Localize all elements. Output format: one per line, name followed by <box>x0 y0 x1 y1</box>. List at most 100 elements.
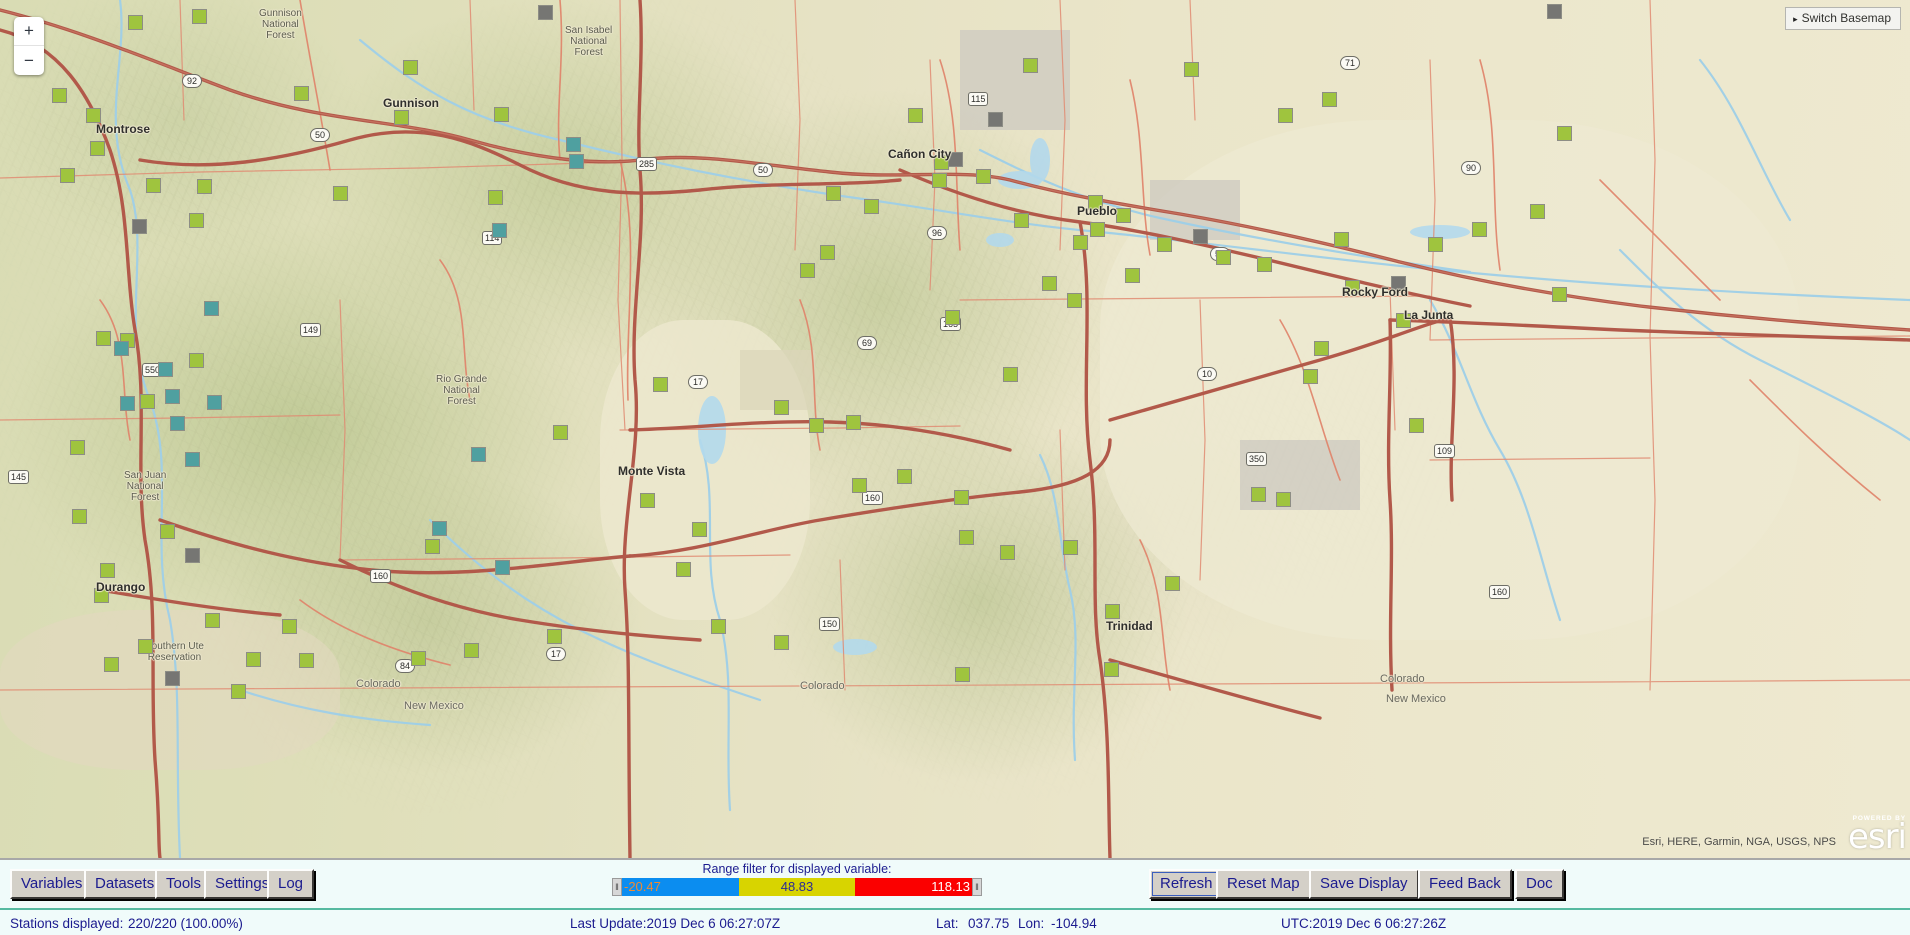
station-marker[interactable] <box>1314 341 1329 356</box>
station-marker[interactable] <box>72 509 87 524</box>
station-marker[interactable] <box>852 478 867 493</box>
station-marker[interactable] <box>246 652 261 667</box>
station-marker[interactable] <box>86 108 101 123</box>
station-marker[interactable] <box>959 530 974 545</box>
station-marker[interactable] <box>1472 222 1487 237</box>
station-marker[interactable] <box>128 15 143 30</box>
station-marker[interactable] <box>495 560 510 575</box>
station-marker[interactable] <box>231 684 246 699</box>
station-marker[interactable] <box>189 353 204 368</box>
station-marker[interactable] <box>70 440 85 455</box>
station-marker[interactable] <box>1116 208 1131 223</box>
zoom-control[interactable]: + − <box>14 17 44 75</box>
log-button[interactable]: Log <box>267 869 315 899</box>
station-marker[interactable] <box>1428 237 1443 252</box>
station-marker[interactable] <box>988 112 1003 127</box>
range-filter-right-handle[interactable]: ‖ <box>972 878 983 896</box>
station-marker[interactable] <box>1547 4 1562 19</box>
station-marker[interactable] <box>1105 604 1120 619</box>
station-marker[interactable] <box>948 152 963 167</box>
station-marker[interactable] <box>1088 195 1103 210</box>
station-marker[interactable] <box>774 400 789 415</box>
station-marker[interactable] <box>908 108 923 123</box>
station-marker[interactable] <box>711 619 726 634</box>
station-marker[interactable] <box>774 635 789 650</box>
station-marker[interactable] <box>1184 62 1199 77</box>
station-marker[interactable] <box>146 178 161 193</box>
station-marker[interactable] <box>165 671 180 686</box>
station-marker[interactable] <box>897 469 912 484</box>
feed-back-button[interactable]: Feed Back <box>1418 869 1512 899</box>
station-marker[interactable] <box>809 418 824 433</box>
station-marker[interactable] <box>1023 58 1038 73</box>
station-marker[interactable] <box>165 389 180 404</box>
station-marker[interactable] <box>934 155 949 170</box>
station-marker[interactable] <box>104 657 119 672</box>
station-marker[interactable] <box>189 213 204 228</box>
station-marker[interactable] <box>1557 126 1572 141</box>
station-marker[interactable] <box>403 60 418 75</box>
station-marker[interactable] <box>207 395 222 410</box>
station-marker[interactable] <box>1303 369 1318 384</box>
station-marker[interactable] <box>492 223 507 238</box>
station-marker[interactable] <box>432 521 447 536</box>
range-filter-bar[interactable]: ‖ -20.47 48.83 118.13 ‖ <box>612 878 983 896</box>
station-marker[interactable] <box>1251 487 1266 502</box>
station-marker[interactable] <box>547 629 562 644</box>
station-marker[interactable] <box>1090 222 1105 237</box>
station-marker[interactable] <box>1322 92 1337 107</box>
station-marker[interactable] <box>100 563 115 578</box>
station-marker[interactable] <box>553 425 568 440</box>
station-marker[interactable] <box>676 562 691 577</box>
variables-button[interactable]: Variables <box>10 869 94 899</box>
station-marker[interactable] <box>158 362 173 377</box>
station-marker[interactable] <box>411 651 426 666</box>
station-marker[interactable] <box>1396 313 1411 328</box>
station-marker[interactable] <box>192 9 207 24</box>
doc-button[interactable]: Doc <box>1515 869 1564 899</box>
station-marker[interactable] <box>1067 293 1082 308</box>
range-filter-left-handle[interactable]: ‖ <box>612 878 622 896</box>
station-marker[interactable] <box>640 493 655 508</box>
range-segment-max[interactable]: 118.13 <box>855 878 973 896</box>
save-display-button[interactable]: Save Display <box>1309 869 1419 899</box>
station-marker[interactable] <box>864 199 879 214</box>
datasets-button[interactable]: Datasets <box>84 869 166 899</box>
station-marker[interactable] <box>132 219 147 234</box>
station-marker[interactable] <box>299 653 314 668</box>
range-segment-mid[interactable]: 48.83 <box>738 878 856 896</box>
station-marker[interactable] <box>826 186 841 201</box>
station-marker[interactable] <box>955 667 970 682</box>
station-marker[interactable] <box>653 377 668 392</box>
station-marker[interactable] <box>1391 276 1406 291</box>
station-marker[interactable] <box>140 394 155 409</box>
station-marker[interactable] <box>1276 492 1291 507</box>
station-marker[interactable] <box>52 88 67 103</box>
station-marker[interactable] <box>820 245 835 260</box>
station-marker[interactable] <box>1063 540 1078 555</box>
station-marker[interactable] <box>494 107 509 122</box>
station-marker[interactable] <box>471 447 486 462</box>
station-marker[interactable] <box>1552 287 1567 302</box>
station-marker[interactable] <box>185 548 200 563</box>
station-marker[interactable] <box>945 310 960 325</box>
station-marker[interactable] <box>846 415 861 430</box>
station-marker[interactable] <box>60 168 75 183</box>
station-marker[interactable] <box>800 263 815 278</box>
station-marker[interactable] <box>1000 545 1015 560</box>
station-marker[interactable] <box>1278 108 1293 123</box>
station-marker[interactable] <box>138 639 153 654</box>
station-marker[interactable] <box>1165 576 1180 591</box>
station-marker[interactable] <box>96 331 111 346</box>
station-marker[interactable] <box>205 613 220 628</box>
station-marker[interactable] <box>692 522 707 537</box>
station-marker[interactable] <box>120 396 135 411</box>
station-marker[interactable] <box>425 539 440 554</box>
station-marker[interactable] <box>197 179 212 194</box>
station-marker[interactable] <box>394 110 409 125</box>
station-marker[interactable] <box>488 190 503 205</box>
station-marker[interactable] <box>1157 237 1172 252</box>
zoom-out-button[interactable]: − <box>14 46 44 75</box>
station-marker[interactable] <box>1073 235 1088 250</box>
station-marker[interactable] <box>1104 662 1119 677</box>
